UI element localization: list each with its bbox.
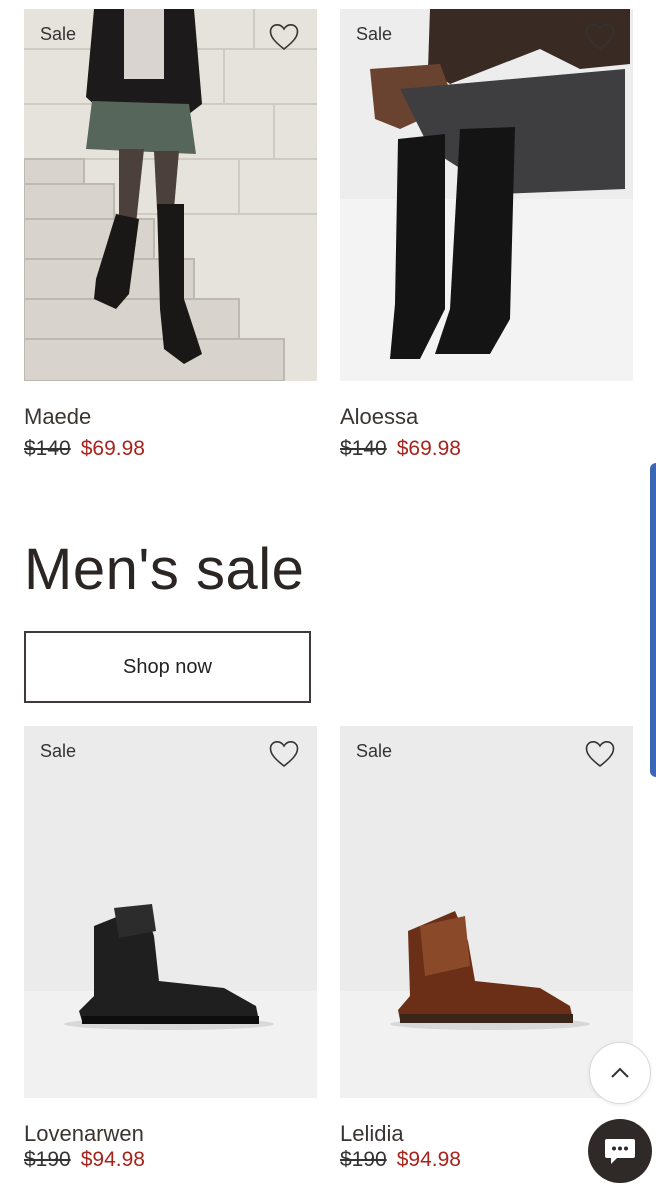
product-photo: [24, 726, 317, 1098]
product-image-lelidia[interactable]: Sale: [340, 726, 633, 1098]
product-photo: [24, 9, 317, 381]
sale-badge: Sale: [40, 24, 77, 44]
product-card-maede[interactable]: Sale Maede $140 $69.98: [24, 9, 317, 460]
wishlist-heart-icon[interactable]: [269, 23, 299, 51]
product-name[interactable]: Maede: [24, 404, 91, 430]
chat-button[interactable]: [588, 1119, 652, 1183]
sale-price: $94.98: [80, 1148, 145, 1171]
product-name[interactable]: Lovenarwen: [24, 1121, 144, 1147]
original-price: $140: [24, 437, 71, 460]
product-photo: [340, 9, 633, 381]
product-prices: $190 $94.98: [24, 1148, 145, 1172]
original-price: $190: [24, 1148, 71, 1171]
product-name[interactable]: Aloessa: [340, 404, 418, 430]
product-prices: $190 $94.98: [340, 1148, 461, 1172]
section-title: Men's sale: [24, 537, 305, 602]
sale-price: $94.98: [396, 1148, 461, 1171]
sale-price: $69.98: [396, 437, 461, 460]
product-image-lovenarwen[interactable]: Sale: [24, 726, 317, 1098]
shop-now-button[interactable]: Shop now: [24, 631, 311, 703]
wishlist-heart-icon[interactable]: [585, 23, 615, 51]
product-card-lovenarwen[interactable]: Sale Lovenarwen $190 $94.98: [24, 726, 317, 1171]
chat-bubble-icon: [605, 1139, 635, 1164]
product-name[interactable]: Lelidia: [340, 1121, 404, 1147]
original-price: $140: [340, 437, 387, 460]
product-image-aloessa[interactable]: Sale: [340, 9, 633, 381]
wishlist-heart-icon[interactable]: [585, 740, 615, 768]
product-prices: $140 $69.98: [24, 437, 145, 461]
sale-badge: Sale: [40, 741, 77, 761]
original-price: $190: [340, 1148, 387, 1171]
product-card-lelidia[interactable]: Sale Lelidia $190 $94.98: [340, 726, 633, 1171]
product-photo: [340, 726, 633, 1098]
scrollbar-thumb[interactable]: [650, 463, 656, 777]
sale-price: $69.98: [80, 437, 145, 460]
product-card-aloessa[interactable]: Sale Aloessa $140 $69.98: [340, 9, 633, 460]
wishlist-heart-icon[interactable]: [269, 740, 299, 768]
back-to-top-button[interactable]: [589, 1042, 651, 1104]
chevron-up-icon: [611, 1067, 629, 1078]
product-prices: $140 $69.98: [340, 437, 461, 461]
sale-badge: Sale: [356, 24, 393, 44]
product-image-maede[interactable]: Sale: [24, 9, 317, 381]
sale-badge: Sale: [356, 741, 393, 761]
